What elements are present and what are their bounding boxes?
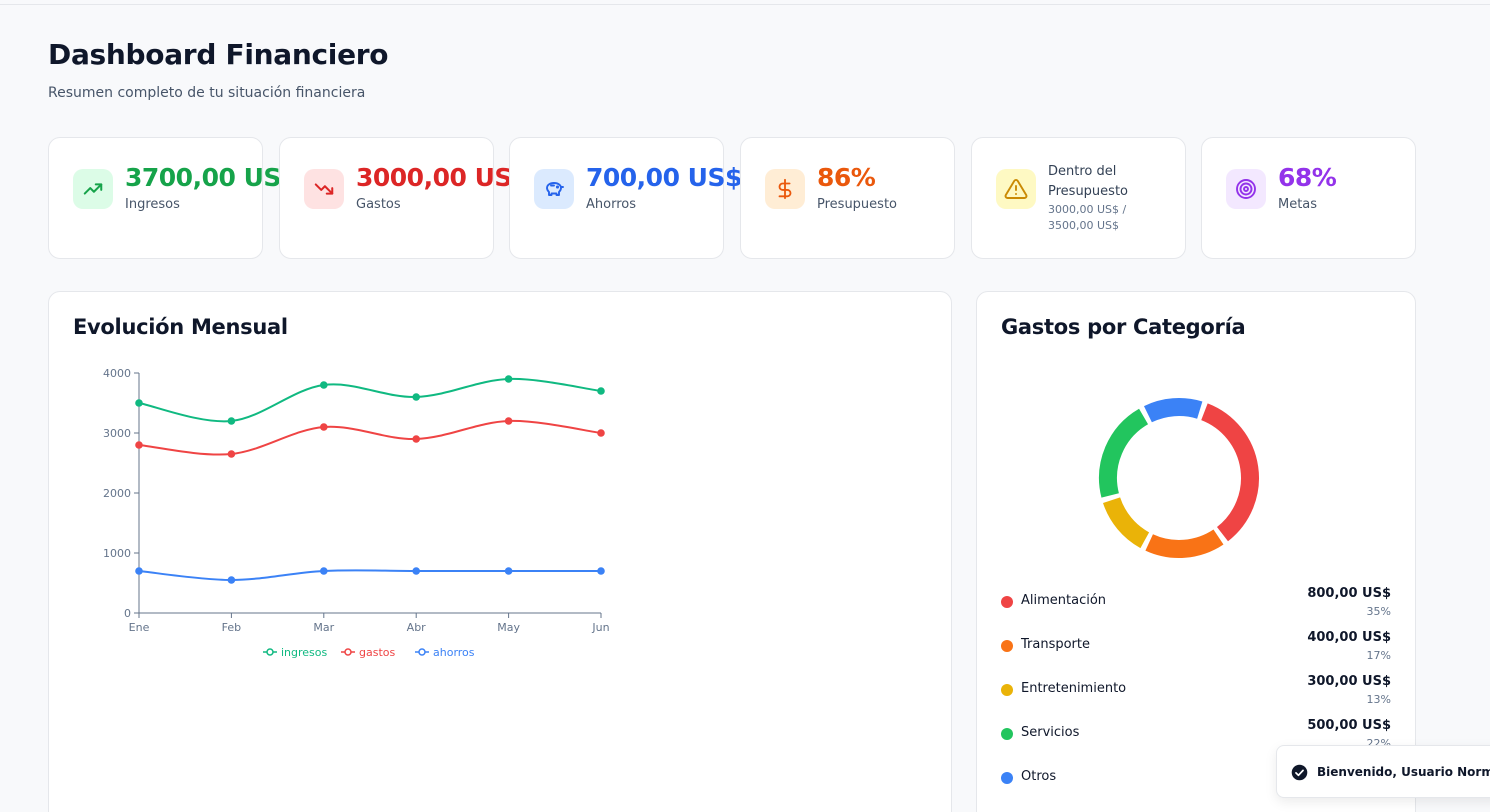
data-point-ahorros <box>227 576 236 584</box>
page-title: Dashboard Financiero <box>48 38 389 71</box>
data-point-ahorros <box>320 567 328 575</box>
y-tick-label: 1000 <box>103 547 131 560</box>
y-tick-label: 4000 <box>103 367 131 380</box>
legend-marker-ingresos <box>266 648 274 656</box>
stat-label: Metas <box>1278 197 1318 212</box>
stat-value: 3000,00 US$ <box>356 163 529 192</box>
data-point-ingresos <box>320 381 328 389</box>
data-point-ingresos <box>227 417 236 425</box>
y-tick-label: 2000 <box>103 487 131 500</box>
data-point-ahorros <box>597 567 605 575</box>
legend-label-gastos: gastos <box>359 646 395 659</box>
donut-slice-4 <box>1143 398 1203 423</box>
legend-marker-ahorros <box>418 648 426 656</box>
legend-marker-gastos <box>344 648 352 656</box>
legend-dot <box>1001 728 1013 740</box>
stat-value: 86% <box>817 163 876 192</box>
top-divider <box>0 4 1490 5</box>
trending-up-icon <box>73 169 113 209</box>
x-tick-label: Abr <box>407 621 427 634</box>
category-item-alimentacion: Alimentación 800,00 US$ 35% <box>1001 586 1391 618</box>
stat-card-gastos: 3000,00 US$ Gastos <box>279 137 529 259</box>
line-chart: 0 1000 2000 3000 4000 Ene Feb Mar Abr May Jun ingre… <box>103 367 610 659</box>
stat-label: Gastos <box>356 197 401 212</box>
data-point-ingresos <box>135 399 143 407</box>
donut-slice-2 <box>1103 497 1150 549</box>
stat-value: 700,00 US$ <box>586 163 742 192</box>
stat-label: Ingresos <box>125 197 180 212</box>
data-point-gastos <box>227 450 236 458</box>
panel-title: Evolución Mensual <box>73 315 288 339</box>
stat-card-budget-status: Dentro del Presupuesto 3000,00 US$ / 350… <box>971 137 1186 259</box>
x-tick-label: Jun <box>591 621 609 634</box>
data-point-ingresos <box>597 387 605 395</box>
category-amount: 500,00 US$ <box>1307 718 1391 733</box>
data-point-gastos <box>412 435 421 443</box>
category-percent: 35% <box>1366 605 1391 618</box>
legend-dot <box>1001 772 1013 784</box>
legend-dot <box>1001 640 1013 652</box>
stat-label: Ahorros <box>586 197 636 212</box>
donut-slice-0 <box>1200 403 1259 542</box>
donut-slice-3 <box>1099 408 1149 498</box>
series-line-ahorros <box>138 569 601 582</box>
category-name: Otros <box>1021 769 1057 784</box>
stat-value: 3700,00 US$ <box>125 163 298 192</box>
category-percent: 17% <box>1366 649 1391 662</box>
stat-value: 68% <box>1278 163 1337 192</box>
piggy-bank-icon <box>534 169 574 209</box>
category-panel: Gastos por Categoría Alimentación 800,00… <box>976 291 1416 812</box>
stat-label: Presupuesto <box>817 197 897 212</box>
category-item-transporte: Transporte 400,00 US$ 17% <box>1001 630 1391 662</box>
category-name: Servicios <box>1021 725 1080 740</box>
category-name: Entretenimiento <box>1021 681 1127 696</box>
category-amount: 800,00 US$ <box>1307 586 1391 601</box>
data-point-gastos <box>135 441 143 449</box>
warning-icon <box>996 169 1036 209</box>
stat-card-ahorros: 700,00 US$ Ahorros <box>509 137 742 259</box>
welcome-toast[interactable]: Bienvenido, Usuario Normal! <box>1276 745 1490 798</box>
legend-dot <box>1001 596 1013 608</box>
stat-card-presupuesto: 86% Presupuesto <box>740 137 955 259</box>
budget-status-detail: 3000,00 US$ / 3500,00 US$ <box>1048 203 1127 232</box>
legend-dot <box>1001 684 1013 696</box>
category-item-entretenimiento: Entretenimiento 300,00 US$ 13% <box>1001 674 1391 706</box>
category-amount: 400,00 US$ <box>1307 630 1391 645</box>
legend-label-ahorros: ahorros <box>433 646 475 659</box>
toast-message: Bienvenido, Usuario Normal! <box>1317 765 1490 779</box>
category-amount: 300,00 US$ <box>1307 674 1391 689</box>
legend-label-ingresos: ingresos <box>281 646 328 659</box>
data-point-gastos <box>320 423 328 431</box>
data-point-ahorros <box>412 567 421 575</box>
category-percent: 13% <box>1366 693 1391 706</box>
page-subtitle: Resumen completo de tu situación financi… <box>48 85 366 101</box>
data-point-gastos <box>504 417 513 425</box>
data-point-ingresos <box>412 393 421 401</box>
dollar-icon <box>765 169 805 209</box>
donut-slice-1 <box>1145 529 1224 558</box>
category-name: Alimentación <box>1021 593 1107 608</box>
x-tick-label: Mar <box>313 621 334 634</box>
budget-status-text: Dentro del Presupuesto <box>1048 164 1128 199</box>
stat-card-ingresos: 3700,00 US$ Ingresos <box>48 137 298 259</box>
data-point-ahorros <box>135 567 143 575</box>
data-point-gastos <box>597 429 605 437</box>
category-name: Transporte <box>1021 637 1090 652</box>
stat-card-metas: 68% Metas <box>1201 137 1416 259</box>
panel-title: Gastos por Categoría <box>1001 315 1246 339</box>
x-tick-label: Feb <box>222 621 241 634</box>
data-point-ahorros <box>504 567 513 575</box>
target-icon <box>1226 169 1266 209</box>
monthly-evolution-panel: Evolución Mensual 0 1000 2000 3000 4000 Ene Fe… <box>48 291 952 812</box>
y-tick-label: 0 <box>124 607 131 620</box>
trending-down-icon <box>304 169 344 209</box>
series-line-gastos <box>138 419 602 456</box>
y-tick-label: 3000 <box>103 427 131 440</box>
donut-chart <box>1099 398 1259 558</box>
check-circle-icon <box>1291 764 1308 785</box>
data-point-ingresos <box>504 375 513 383</box>
series-line-ingresos <box>138 377 602 423</box>
x-tick-label: Ene <box>129 621 150 634</box>
x-tick-label: May <box>497 621 520 634</box>
